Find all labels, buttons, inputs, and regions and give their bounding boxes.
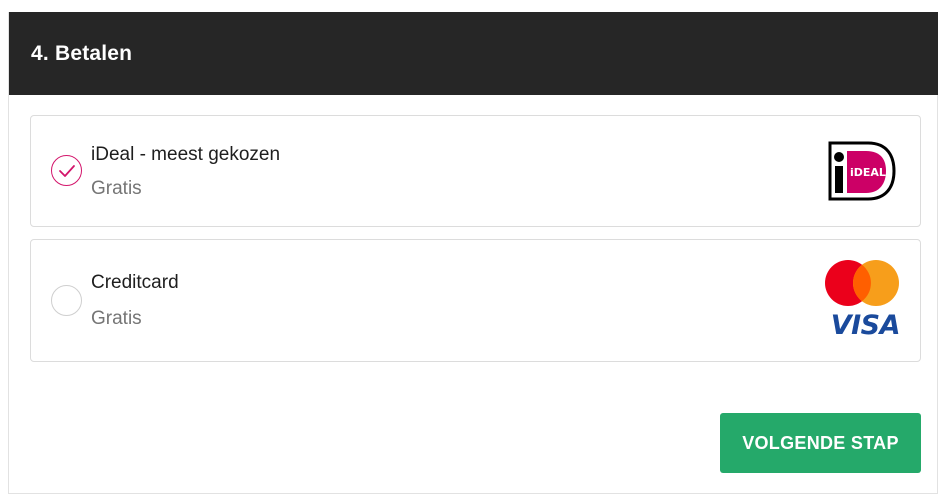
panel-header: 4. Betalen — [9, 12, 938, 95]
visa-logo: VISA — [830, 310, 901, 341]
payment-panel: 4. Betalen iDeal - meest gekozen Gratis … — [8, 12, 938, 494]
ideal-logo: iDEAL — [828, 141, 896, 201]
payment-option-ideal[interactable]: iDeal - meest gekozen Gratis iDEAL — [30, 115, 921, 227]
option-price: Gratis — [91, 308, 142, 329]
section-title: 4. Betalen — [31, 42, 133, 65]
payment-option-creditcard[interactable]: Creditcard Gratis VISA — [30, 239, 921, 362]
option-name: Creditcard — [91, 272, 179, 293]
checkmark-icon — [59, 165, 75, 177]
radio-creditcard[interactable] — [51, 285, 82, 316]
ideal-logo-text: iDEAL — [850, 166, 886, 179]
mastercard-logo — [825, 260, 899, 306]
radio-ideal-selected[interactable] — [51, 155, 82, 186]
option-name: iDeal - meest gekozen — [91, 144, 281, 165]
next-step-button[interactable]: VOLGENDE STAP — [720, 413, 921, 473]
option-price: Gratis — [91, 178, 142, 199]
